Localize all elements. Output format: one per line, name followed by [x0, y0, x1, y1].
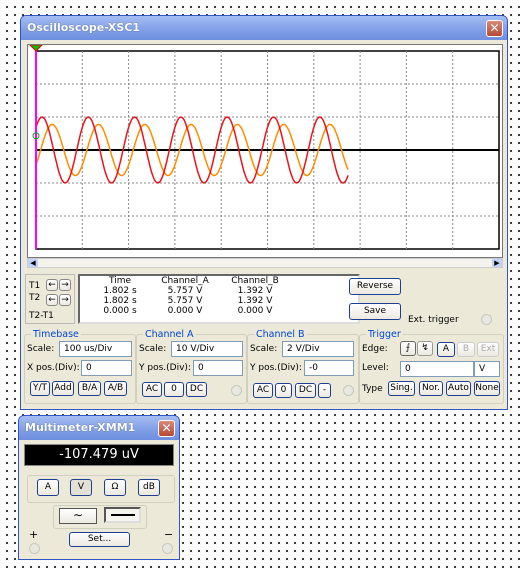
horizontal-scrollbar[interactable]: ◀ ▶ [27, 258, 503, 268]
timebase-scale-label: Scale: [27, 344, 55, 354]
add-button[interactable]: Add [52, 381, 74, 396]
channel-b-title: Channel B [254, 329, 307, 340]
timebase-scale-field[interactable]: 100 us/Div [59, 341, 132, 357]
channel-a-dc-button[interactable]: DC [186, 382, 207, 397]
header-time: Time [108, 276, 132, 286]
scroll-left-button[interactable]: ◀ [28, 259, 38, 267]
channel-b-zero-button[interactable]: 0 [275, 383, 292, 398]
level-label: Level: [362, 363, 389, 373]
rising-edge-button[interactable]: ⨍ [400, 341, 416, 356]
header-channel-b: Channel_B [231, 276, 279, 286]
t2-right-button[interactable]: → [59, 294, 71, 306]
level-unit-field[interactable]: V [474, 361, 500, 377]
set-button[interactable]: Set... [69, 532, 130, 547]
t1-label: T1 [29, 281, 41, 291]
dt-b: 0.000 V [237, 306, 273, 316]
multimeter-window: Multimeter-XMM1 ✕ -107.479 uV A V Ω dB ∼… [18, 415, 180, 560]
close-icon[interactable]: ✕ [486, 20, 503, 37]
ohmmeter-button[interactable]: Ω [104, 479, 126, 496]
t2-a: 5.757 V [167, 296, 203, 306]
channel-b-ypos-field[interactable]: -0 [304, 360, 354, 376]
ac-mode-button[interactable]: ∼ [59, 508, 97, 524]
t2-time: 1.802 s [103, 296, 137, 306]
channel-b-invert-button[interactable]: - [318, 383, 331, 398]
minus-terminal-label: − [164, 528, 174, 541]
trigger-title: Trigger [366, 329, 403, 340]
t1-b: 1.392 V [237, 286, 273, 296]
t2-label: T2 [29, 293, 41, 303]
channel-b-ypos-label: Y pos.(Div): [250, 363, 302, 373]
channel-a-scale-field[interactable]: 10 V/Div [171, 341, 243, 357]
scroll-right-button[interactable]: ▶ [492, 259, 502, 267]
ext-trigger-label: Ext. trigger [408, 315, 459, 325]
channel-b-scale-label: Scale: [250, 344, 278, 354]
level-field[interactable]: 0 [400, 361, 474, 377]
t1-time: 1.802 s [103, 286, 137, 296]
channel-b-ac-button[interactable]: AC [253, 383, 273, 398]
channel-a-ac-button[interactable]: AC [142, 382, 162, 397]
plus-terminal[interactable] [29, 543, 40, 554]
minus-terminal[interactable] [162, 543, 173, 554]
window-title: Multimeter-XMM1 [25, 421, 136, 434]
auto-button[interactable]: Auto [446, 381, 471, 396]
trigger-a-button[interactable]: A [437, 342, 455, 357]
dc-mode-button[interactable] [104, 507, 141, 523]
oscilloscope-window: Oscilloscope-XSC1 ✕ ◀ ▶ T1 ← → T2 ← → T2… [20, 15, 508, 410]
multimeter-display: -107.479 uV [24, 444, 174, 466]
reverse-button[interactable]: Reverse [349, 278, 401, 295]
channel-a-ypos-field[interactable]: 0 [193, 360, 243, 376]
type-label: Type [362, 384, 383, 394]
trigger-ext-button[interactable]: Ext [477, 342, 499, 357]
oscilloscope-title-bar[interactable]: Oscilloscope-XSC1 [21, 16, 507, 40]
xpos-label: X pos.(Div): [27, 363, 80, 373]
save-button[interactable]: Save [349, 303, 401, 320]
t2-b: 1.392 V [237, 296, 273, 306]
cursor-handle-icon [28, 44, 44, 52]
edge-label: Edge: [362, 344, 388, 354]
channel-b-terminal[interactable] [343, 385, 354, 396]
channel-a-zero-button[interactable]: 0 [164, 382, 184, 397]
channel-a-scale-label: Scale: [139, 344, 167, 354]
ammeter-button[interactable]: A [37, 479, 59, 496]
dt-a: 0.000 V [167, 306, 203, 316]
readout-table: Time Channel_A Channel_B 1.802 s 5.757 V 1.3… [78, 274, 360, 324]
multimeter-title-bar[interactable]: Multimeter-XMM1 [19, 416, 179, 440]
window-title: Oscilloscope-XSC1 [27, 21, 141, 34]
ab-button[interactable]: A/B [104, 381, 127, 396]
voltmeter-button[interactable]: V [70, 479, 92, 496]
t1-a: 5.757 V [167, 286, 203, 296]
decibel-button[interactable]: dB [138, 479, 160, 496]
plus-terminal-label: + [29, 528, 39, 541]
scope-plot [28, 44, 500, 250]
t1-left-button[interactable]: ← [46, 279, 58, 291]
dt-time: 0.000 s [103, 306, 137, 316]
trigger-b-button[interactable]: B [457, 342, 475, 357]
timebase-title: Timebase [31, 329, 81, 340]
t2-left-button[interactable]: ← [46, 294, 58, 306]
timebase-group: Timebase Scale: 100 us/Div X pos.(Div): … [24, 329, 136, 404]
normal-button[interactable]: Nor. [419, 381, 443, 396]
channel-a-ypos-label: Y pos.(Div): [139, 363, 191, 373]
cursor-controls: T1 ← → T2 ← → T2-T1 [25, 274, 75, 324]
trigger-group: Trigger Edge: ⨍ ↯ A B Ext Level: 0 V Typ… [359, 329, 504, 404]
none-button[interactable]: None [474, 381, 500, 396]
close-icon[interactable]: ✕ [158, 420, 175, 437]
channel-b-scale-field[interactable]: 2 V/Div [282, 341, 354, 357]
falling-edge-button[interactable]: ↯ [417, 341, 433, 356]
channel-a-terminal[interactable] [231, 385, 242, 396]
ba-button[interactable]: B/A [78, 381, 101, 396]
ext-trigger-terminal[interactable] [481, 314, 492, 325]
yt-button[interactable]: Y/T [30, 381, 50, 396]
header-channel-a: Channel_A [161, 276, 209, 286]
xpos-field[interactable]: 0 [81, 360, 132, 376]
scope-screen[interactable] [27, 44, 503, 258]
t1-right-button[interactable]: → [59, 279, 71, 291]
channel-a-group: Channel A Scale: 10 V/Div Y pos.(Div): 0… [136, 329, 247, 404]
single-button[interactable]: Sing. [388, 381, 415, 396]
channel-b-group: Channel B Scale: 2 V/Div Y pos.(Div): -0… [247, 329, 359, 404]
t2-t1-label: T2-T1 [29, 311, 54, 321]
channel-b-dc-button[interactable]: DC [295, 383, 316, 398]
channel-a-title: Channel A [143, 329, 196, 340]
